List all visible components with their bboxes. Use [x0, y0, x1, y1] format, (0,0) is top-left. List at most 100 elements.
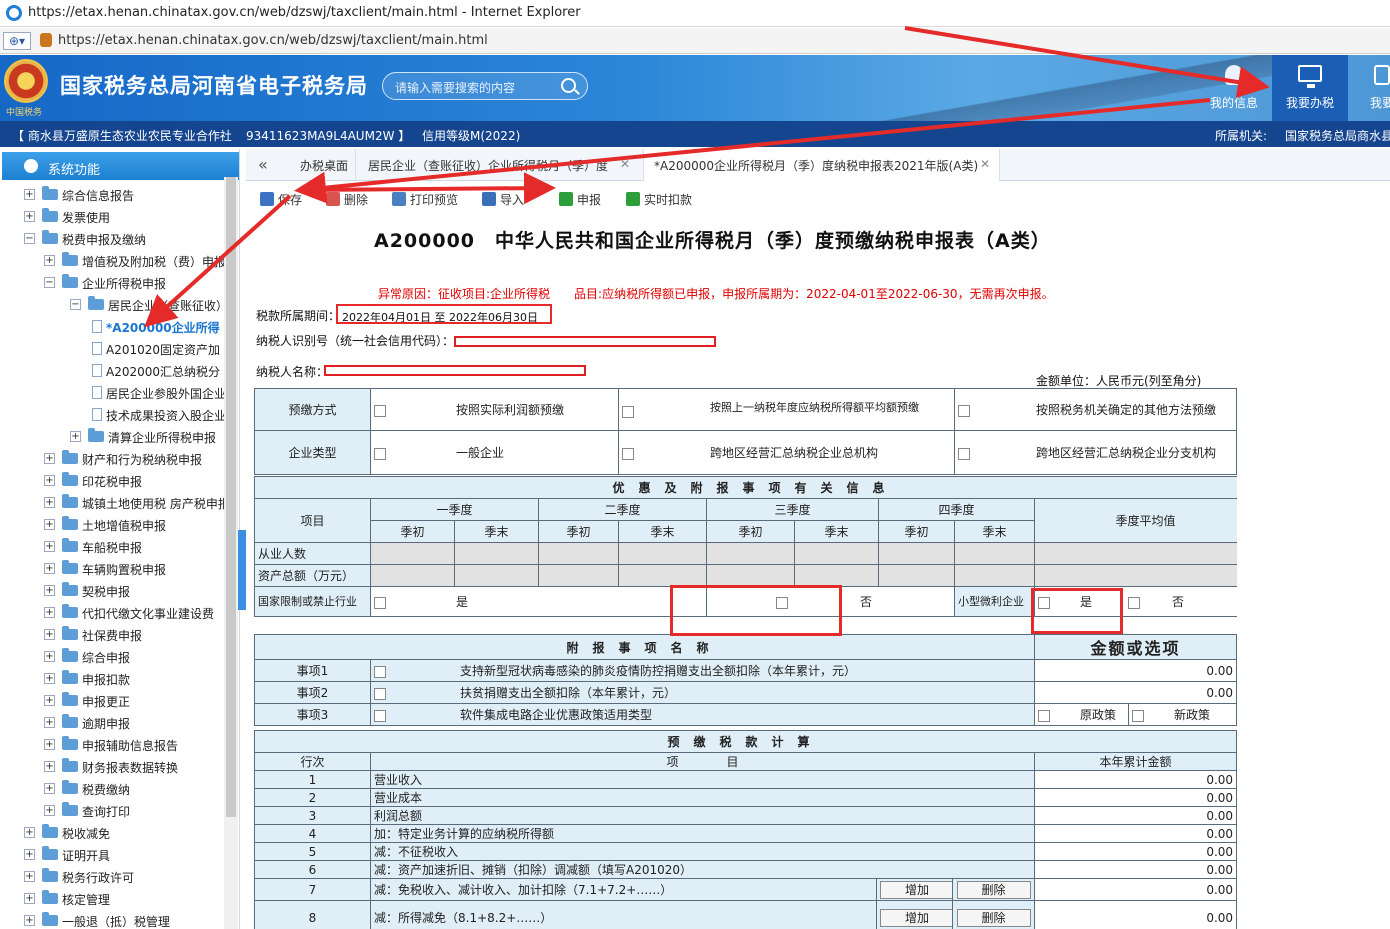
checkbox[interactable] — [374, 447, 386, 460]
folder-icon — [42, 208, 58, 222]
nav-dropdown-button[interactable]: ⊕▾ — [3, 32, 31, 50]
scrollbar-thumb[interactable] — [226, 177, 236, 817]
checkbox[interactable] — [374, 404, 386, 417]
do-tax-button[interactable]: 我要办税 — [1272, 55, 1348, 121]
tabs-scroll-left-icon[interactable]: « — [258, 155, 268, 174]
highlight-period — [336, 304, 552, 324]
section-matters: 附报事项名称 — [254, 634, 1036, 660]
expand-icon[interactable]: + — [44, 717, 55, 728]
address-bar: ⊕▾ https://etax.henan.chinatax.gov.cn/we… — [0, 28, 1390, 54]
expand-icon[interactable]: + — [24, 893, 35, 904]
expand-icon[interactable]: + — [24, 871, 35, 882]
redacted-name — [324, 365, 586, 376]
amount-cell[interactable]: 0.00 — [1033, 770, 1237, 789]
close-icon[interactable]: ✕ — [620, 157, 630, 171]
document-icon — [92, 408, 102, 421]
expand-icon[interactable]: + — [44, 673, 55, 684]
amount-cell[interactable]: 0.00 — [1033, 806, 1237, 825]
amount-cell[interactable]: 0.00 — [1033, 842, 1237, 861]
delete-row-button[interactable]: 删除 — [956, 880, 1031, 899]
checkbox-new-policy[interactable] — [1132, 709, 1145, 722]
address-url[interactable]: https://etax.henan.chinatax.gov.cn/web/d… — [58, 33, 488, 48]
expand-icon[interactable]: + — [44, 453, 55, 464]
checkbox[interactable] — [958, 404, 970, 417]
amount-cell[interactable]: 0.00 — [1033, 824, 1237, 843]
amount-cell[interactable]: 0.00 — [1033, 788, 1237, 807]
site-title: 国家税务总局河南省电子税务局 — [60, 74, 368, 98]
expand-icon[interactable]: + — [44, 563, 55, 574]
table-row: 5 减：不征税收入 0.00 — [254, 842, 1237, 861]
matter2-value[interactable]: 0.00 — [1034, 681, 1237, 704]
checkbox[interactable] — [622, 447, 634, 460]
checkbox[interactable] — [958, 447, 970, 460]
tax-id: 93411623MA9L4AUM2W 】 — [246, 129, 411, 143]
expand-icon[interactable]: + — [44, 651, 55, 662]
print-preview-button[interactable]: 打印预览 — [392, 190, 472, 208]
expand-icon[interactable]: + — [44, 497, 55, 508]
delete-row-button[interactable]: 删除 — [956, 908, 1031, 927]
checkbox[interactable] — [622, 405, 634, 418]
checkbox-small-no[interactable] — [1128, 596, 1141, 609]
add-row-button[interactable]: 增加 — [880, 880, 952, 899]
expand-icon[interactable]: + — [24, 827, 35, 838]
expand-icon[interactable]: + — [44, 255, 55, 266]
tab-resident-enterprise[interactable]: 居民企业（查账征收）企业所得税月（季）度 ✕ — [356, 149, 644, 181]
amount-cell[interactable]: 0.00 — [1033, 860, 1237, 879]
folder-icon — [88, 296, 104, 310]
expand-icon[interactable]: + — [44, 761, 55, 772]
expand-icon[interactable]: + — [44, 629, 55, 640]
expand-icon[interactable]: + — [24, 211, 35, 222]
amount-cell[interactable]: 0.00 — [1033, 878, 1237, 901]
my-info-button[interactable]: 我的信息 — [1196, 55, 1272, 121]
expand-icon[interactable]: + — [44, 519, 55, 530]
expand-icon[interactable]: + — [44, 805, 55, 816]
expand-icon[interactable]: + — [44, 541, 55, 552]
search-box[interactable]: 请输入需要搜索的内容 — [382, 72, 588, 100]
checkbox-old-policy[interactable] — [1038, 709, 1051, 722]
import-button[interactable]: 导入 — [482, 190, 538, 208]
tab-desktop[interactable]: 办税桌面 — [288, 149, 356, 181]
sidebar-collapse-handle[interactable] — [238, 530, 246, 610]
folder-icon — [62, 780, 78, 794]
collapse-icon[interactable]: − — [24, 233, 35, 244]
sidebar-scrollbar[interactable] — [224, 177, 238, 929]
search-placeholder: 请输入需要搜索的内容 — [395, 81, 516, 95]
checkbox[interactable] — [374, 665, 386, 678]
folder-icon — [62, 472, 78, 486]
checkbox[interactable] — [374, 709, 386, 722]
expand-icon[interactable]: + — [44, 585, 55, 596]
add-row-button[interactable]: 增加 — [880, 908, 952, 927]
expand-icon[interactable]: + — [44, 695, 55, 706]
folder-icon — [62, 736, 78, 750]
search-icon[interactable] — [561, 78, 576, 93]
more-button[interactable]: 我要 — [1352, 55, 1390, 121]
user-icon — [1225, 65, 1243, 85]
close-icon[interactable]: ✕ — [980, 157, 990, 171]
expand-icon[interactable]: + — [24, 849, 35, 860]
period-label: 税款所属期间： — [256, 309, 341, 323]
collapse-icon[interactable]: − — [44, 277, 55, 288]
expand-icon[interactable]: + — [44, 475, 55, 486]
checkbox-restricted-yes[interactable] — [374, 596, 386, 609]
collapse-icon[interactable]: − — [70, 299, 81, 310]
amount-cell[interactable]: 0.00 — [1033, 900, 1237, 929]
tab-a200000[interactable]: *A200000企业所得税月（季）度纳税申报表2021年版(A类) ✕ — [644, 149, 1000, 181]
delete-button[interactable]: 删除 — [326, 190, 386, 208]
folder-icon — [42, 890, 58, 904]
expand-icon[interactable]: + — [44, 783, 55, 794]
matter1-value[interactable]: 0.00 — [1034, 659, 1237, 682]
expand-icon[interactable]: + — [24, 915, 35, 926]
apps-icon — [24, 159, 38, 173]
expand-icon[interactable]: + — [44, 607, 55, 618]
declare-button[interactable]: 申报 — [559, 190, 615, 208]
document-icon — [92, 364, 102, 377]
folder-icon — [62, 626, 78, 640]
save-button[interactable]: 保存 — [260, 190, 320, 208]
expand-icon[interactable]: + — [70, 431, 81, 442]
realtime-deduct-button[interactable]: 实时扣款 — [626, 190, 706, 208]
site-favicon-icon — [40, 33, 52, 47]
prepay-label: 预缴方式 — [254, 388, 371, 431]
checkbox[interactable] — [374, 687, 386, 700]
expand-icon[interactable]: + — [44, 739, 55, 750]
expand-icon[interactable]: + — [24, 189, 35, 200]
